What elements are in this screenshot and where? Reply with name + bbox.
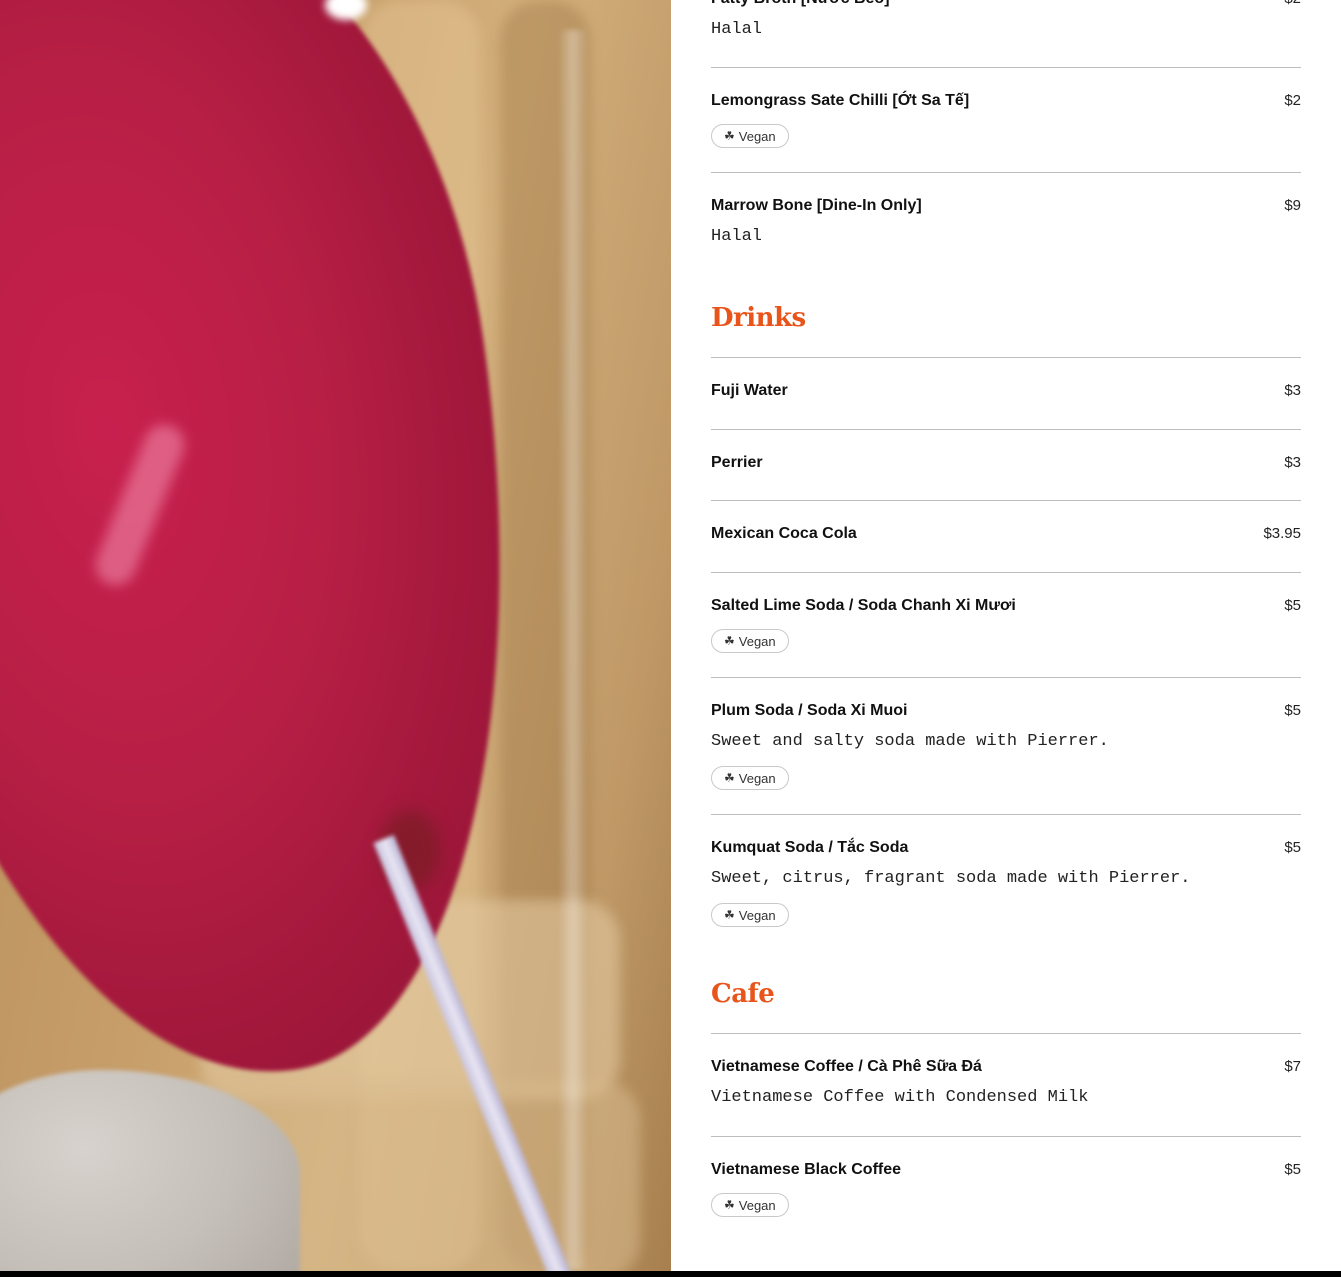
vegan-badge: ☘ Vegan bbox=[711, 903, 789, 927]
glass-edge bbox=[560, 30, 586, 1270]
menu-item[interactable]: Lemongrass Sate Chilli [Ớt Sa Tế] $2 ☘ V… bbox=[711, 92, 1301, 148]
divider bbox=[711, 429, 1301, 430]
menu-item[interactable]: Plum Soda / Soda Xi Muoi $5 Sweet and sa… bbox=[711, 702, 1301, 790]
badge-label: Vegan bbox=[738, 1197, 776, 1213]
item-name: Salted Lime Soda / Soda Chanh Xi Mươi bbox=[711, 597, 1016, 614]
divider bbox=[711, 1136, 1301, 1137]
item-price: $3.95 bbox=[1263, 525, 1301, 542]
menu-item[interactable]: Mexican Coca Cola $3.95 bbox=[711, 525, 1301, 543]
item-price: $3 bbox=[1284, 382, 1301, 399]
item-name: Lemongrass Sate Chilli [Ớt Sa Tế] bbox=[711, 92, 970, 109]
item-name: Vietnamese Black Coffee bbox=[711, 1161, 902, 1178]
leaf-icon: ☘ bbox=[724, 771, 735, 785]
divider bbox=[711, 172, 1301, 173]
badge-label: Vegan bbox=[738, 633, 776, 649]
divider bbox=[711, 357, 1301, 358]
menu-page: Fatty Broth [Nước Béo] $2 Halal Lemongra… bbox=[0, 0, 1341, 1271]
section-title-cafe: Cafe bbox=[711, 979, 775, 1009]
item-price: $5 bbox=[1284, 1161, 1301, 1178]
menu-item[interactable]: Salted Lime Soda / Soda Chanh Xi Mươi $5… bbox=[711, 597, 1301, 653]
leaf-icon: ☘ bbox=[724, 908, 735, 922]
badge-label: Vegan bbox=[738, 907, 776, 923]
item-name: Fatty Broth [Nước Béo] bbox=[711, 0, 890, 8]
menu-item[interactable]: Vietnamese Black Coffee $5 ☘ Vegan bbox=[711, 1161, 1301, 1217]
item-description: Sweet, citrus, fragrant soda made with P… bbox=[711, 869, 1191, 888]
menu-list: Fatty Broth [Nước Béo] $2 Halal Lemongra… bbox=[711, 0, 1301, 1271]
item-name: Fuji Water bbox=[711, 382, 788, 399]
item-name: Kumquat Soda / Tắc Soda bbox=[711, 839, 909, 856]
divider bbox=[711, 677, 1301, 678]
leaf-icon: ☘ bbox=[724, 634, 735, 648]
leaf-icon: ☘ bbox=[724, 1198, 735, 1212]
item-price: $5 bbox=[1284, 597, 1301, 614]
vegan-badge: ☘ Vegan bbox=[711, 124, 789, 148]
item-name: Mexican Coca Cola bbox=[711, 525, 857, 542]
item-price: $5 bbox=[1284, 839, 1301, 856]
divider bbox=[711, 500, 1301, 501]
divider bbox=[711, 572, 1301, 573]
badge-label: Vegan bbox=[738, 770, 776, 786]
item-price: $3 bbox=[1284, 454, 1301, 471]
item-name: Plum Soda / Soda Xi Muoi bbox=[711, 702, 908, 719]
vegan-badge: ☘ Vegan bbox=[711, 629, 789, 653]
item-description: Halal bbox=[711, 20, 763, 39]
item-price: $9 bbox=[1284, 197, 1301, 214]
vegan-badge: ☘ Vegan bbox=[711, 766, 789, 790]
menu-item[interactable]: Vietnamese Coffee / Cà Phê Sữa Đá $7 Vie… bbox=[711, 1058, 1301, 1108]
item-description: Halal bbox=[711, 227, 763, 246]
divider bbox=[711, 67, 1301, 68]
item-price: $7 bbox=[1284, 1058, 1301, 1075]
food-photo bbox=[0, 0, 671, 1271]
vegan-badge: ☘ Vegan bbox=[711, 1193, 789, 1217]
menu-item[interactable]: Fuji Water $3 bbox=[711, 382, 1301, 400]
menu-item[interactable]: Fatty Broth [Nước Béo] $2 Halal bbox=[711, 0, 1301, 40]
menu-item[interactable]: Marrow Bone [Dine-In Only] $9 Halal bbox=[711, 197, 1301, 247]
badge-label: Vegan bbox=[738, 128, 776, 144]
item-name: Marrow Bone [Dine-In Only] bbox=[711, 197, 922, 214]
item-price: $2 bbox=[1284, 92, 1301, 109]
item-price: $2 bbox=[1284, 0, 1301, 7]
leaf-icon: ☘ bbox=[724, 129, 735, 143]
divider bbox=[711, 814, 1301, 815]
menu-item[interactable]: Kumquat Soda / Tắc Soda $5 Sweet, citrus… bbox=[711, 839, 1301, 927]
item-name: Vietnamese Coffee / Cà Phê Sữa Đá bbox=[711, 1058, 982, 1075]
divider bbox=[711, 1033, 1301, 1034]
item-name: Perrier bbox=[711, 454, 763, 471]
section-title-drinks: Drinks bbox=[711, 303, 806, 333]
item-description: Vietnamese Coffee with Condensed Milk bbox=[711, 1088, 1089, 1107]
menu-item[interactable]: Perrier $3 bbox=[711, 454, 1301, 472]
item-price: $5 bbox=[1284, 702, 1301, 719]
item-description: Sweet and salty soda made with Pierrer. bbox=[711, 732, 1109, 751]
